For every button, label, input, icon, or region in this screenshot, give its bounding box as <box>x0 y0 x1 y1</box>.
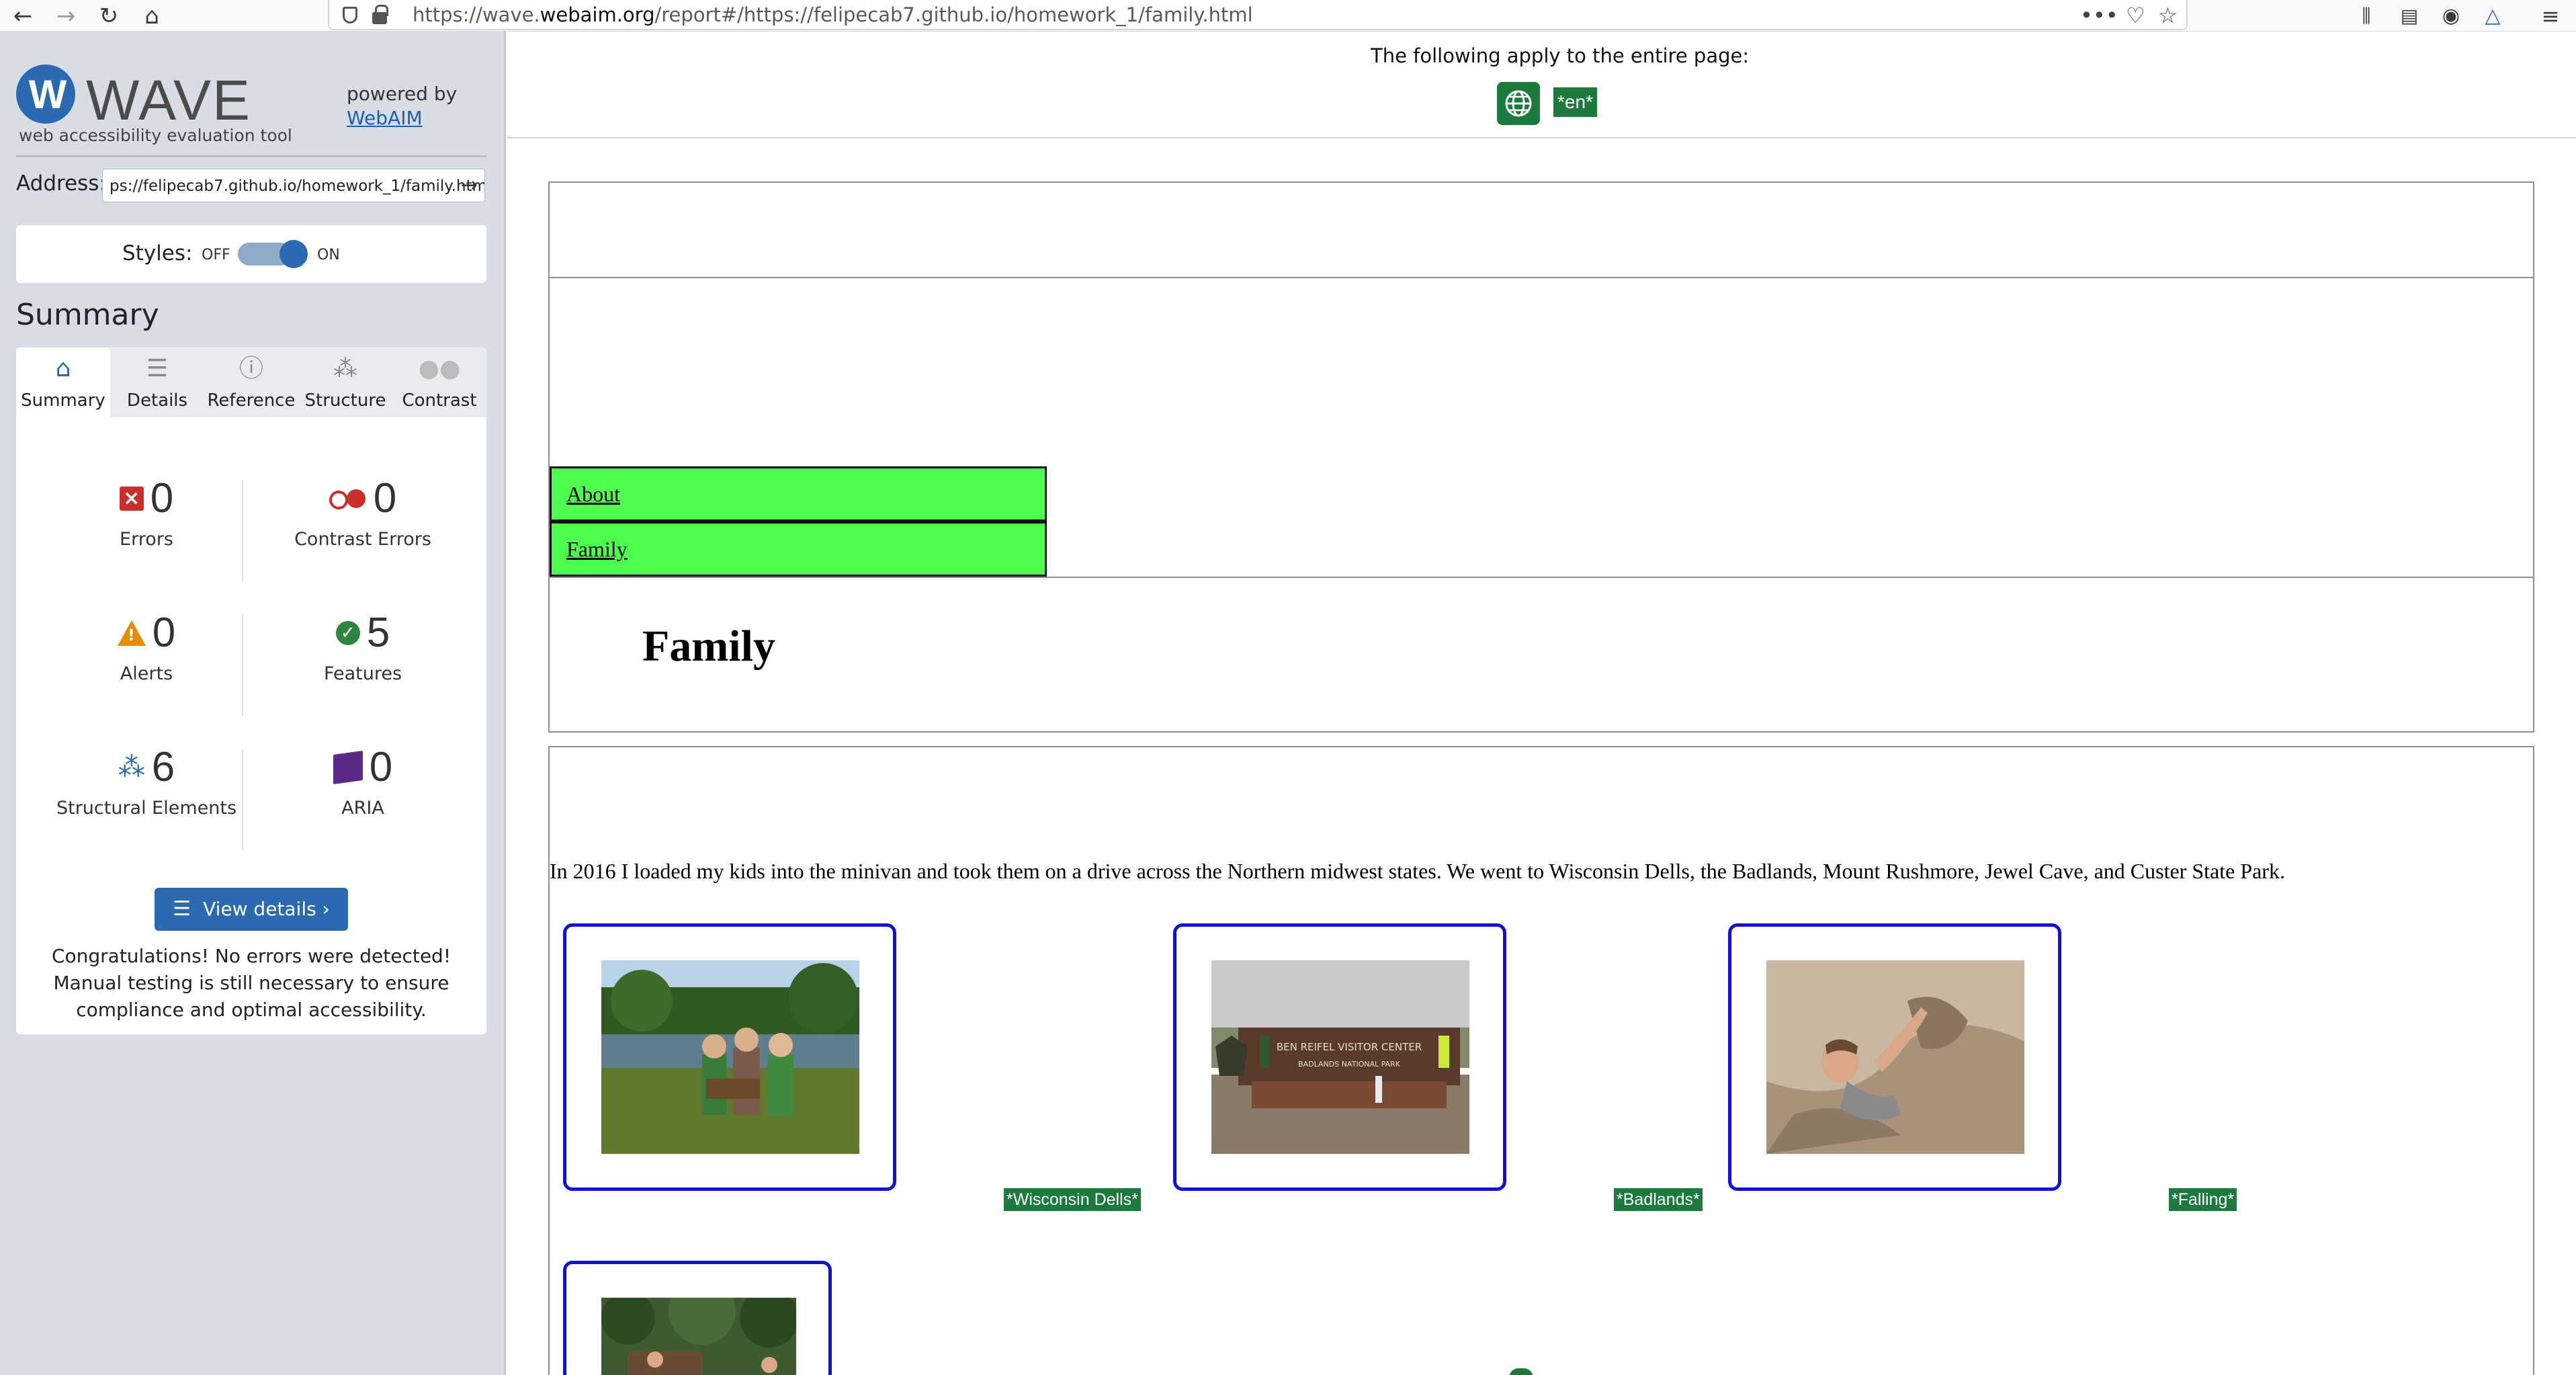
nav-link-about[interactable]: About <box>550 466 1047 522</box>
styles-on-label: ON <box>317 247 340 263</box>
tab-structure[interactable]: ⁂ Structure <box>298 347 392 417</box>
page-level-note: The following apply to the entire page: <box>1371 44 1750 67</box>
stat-errors[interactable]: × 0 Errors <box>46 478 247 550</box>
lock-icon[interactable] <box>372 5 388 24</box>
wave-sidebar: W WAVE web accessibility evaluation tool… <box>0 32 506 1375</box>
congratulations-message: Congratulations! No errors were detected… <box>51 945 452 1021</box>
summary-panel: × 0 Errors 0 Contrast Errors ! 0 Alerts ✓ 5… <box>16 417 486 1034</box>
figure-caption: *Wisconsin Dells* <box>1004 1188 1141 1211</box>
account-icon[interactable]: ◉ <box>2438 3 2464 30</box>
tab-reference[interactable]: ⓘ Reference <box>204 347 298 417</box>
language-badge[interactable]: *en* <box>1553 87 1597 117</box>
photo-figure[interactable] <box>563 1261 832 1375</box>
page-heading: Family <box>642 622 775 671</box>
report-top-divider <box>507 137 2576 138</box>
url-text[interactable]: https://wave.webaim.org/report#/https://… <box>413 3 1253 26</box>
hierarchy-icon: ⁂ <box>333 355 357 382</box>
sidebar-divider <box>16 155 486 157</box>
view-details-button[interactable]: ☰ View details › <box>155 888 348 931</box>
stat-structural-elements[interactable]: ⁂ 6 Structural Elements <box>46 747 247 819</box>
list-icon: ☰ <box>173 897 191 921</box>
list-icon: ☰ <box>146 355 169 382</box>
family-photo <box>601 960 859 1154</box>
photo-figure-wisconsin-dells[interactable] <box>563 923 896 1191</box>
styles-label: Styles: <box>122 241 193 265</box>
error-icon: × <box>119 487 144 511</box>
panel-tabs: ⌂ Summary ☰ Details ⓘ Reference ⁂ Struct… <box>16 347 486 417</box>
tab-details[interactable]: ☰ Details <box>110 347 204 417</box>
sign-text: BEN REIFEL VISITOR CENTER <box>1277 1041 1422 1053</box>
photo-figure-falling[interactable] <box>1728 923 2061 1191</box>
family-photo <box>1766 960 2024 1154</box>
stat-aria[interactable]: 0 ARIA <box>262 747 464 819</box>
address-value: ps://felipecab7.github.io/homework_1/fam… <box>110 177 485 195</box>
summary-heading: Summary <box>16 298 159 332</box>
home-icon: ⌂ <box>55 355 71 382</box>
intro-paragraph: In 2016 I loaded my kids into the miniva… <box>550 859 2285 883</box>
styles-toggle-panel: Styles: OFF ON <box>16 225 486 283</box>
stat-alerts[interactable]: ! 0 Alerts <box>46 612 247 684</box>
figure-caption: *Badlands* <box>1614 1188 1703 1211</box>
go-arrow-icon[interactable]: → <box>461 173 478 197</box>
menu-icon[interactable]: ≡ <box>2537 3 2564 30</box>
contrast-icon: ●● <box>418 355 461 382</box>
styles-off-label: OFF <box>202 247 230 263</box>
wave-logo-text: WAVE <box>86 69 252 132</box>
library-icon[interactable]: ⫼ <box>2353 3 2380 30</box>
feature-check-icon: ✓ <box>335 621 360 645</box>
address-bar[interactable]: https://wave.webaim.org/report#/https://… <box>328 0 2188 30</box>
aria-icon <box>333 750 363 785</box>
tab-contrast[interactable]: ●● Contrast <box>392 347 486 417</box>
contrast-error-icon <box>329 489 367 509</box>
structure-icon: ⁂ <box>118 752 145 783</box>
family-photo <box>601 1298 796 1375</box>
styles-toggle-knob[interactable] <box>280 240 308 268</box>
wave-tagline: web accessibility evaluation tool <box>19 126 292 145</box>
tracking-shield-icon[interactable] <box>343 7 357 24</box>
tab-summary[interactable]: ⌂ Summary <box>16 347 110 417</box>
wave-logo-icon: W <box>16 65 75 124</box>
forward-icon[interactable]: → <box>52 3 79 30</box>
nav-link-family[interactable]: Family <box>550 522 1047 577</box>
home-icon[interactable]: ⌂ <box>138 3 165 30</box>
address-label: Address: <box>16 171 106 196</box>
page-actions-icon[interactable]: ••• <box>2080 3 2118 28</box>
info-icon: ⓘ <box>239 355 264 382</box>
photo-figure-badlands[interactable]: BEN REIFEL VISITOR CENTER BADLANDS NATIO… <box>1173 923 1506 1191</box>
language-globe-icon[interactable] <box>1497 82 1540 125</box>
address-input[interactable]: ps://felipecab7.github.io/homework_1/fam… <box>102 169 485 202</box>
figure-caption: *Falling* <box>2169 1188 2237 1211</box>
family-photo: BEN REIFEL VISITOR CENTER BADLANDS NATIO… <box>1211 960 1469 1154</box>
pocket-icon[interactable]: ♡ <box>2126 3 2145 28</box>
stat-features[interactable]: ✓ 5 Features <box>262 612 464 685</box>
powered-by-label: powered by <box>347 83 458 105</box>
wave-extension-icon[interactable]: △ <box>2479 3 2506 30</box>
sign-text: BADLANDS NATIONAL PARK <box>1298 1060 1401 1069</box>
stat-contrast-errors[interactable]: 0 Contrast Errors <box>262 478 464 550</box>
browser-toolbar: ← → ↻ ⌂ https://wave.webaim.org/report#/… <box>0 0 2576 32</box>
back-icon[interactable]: ← <box>9 3 36 30</box>
reload-icon[interactable]: ↻ <box>95 3 122 30</box>
alert-icon: ! <box>117 620 146 646</box>
bookmark-star-icon[interactable]: ☆ <box>2158 3 2178 28</box>
sidebar-toggle-icon[interactable]: ▤ <box>2396 3 2423 30</box>
webaim-link[interactable]: WebAIM <box>347 107 423 129</box>
